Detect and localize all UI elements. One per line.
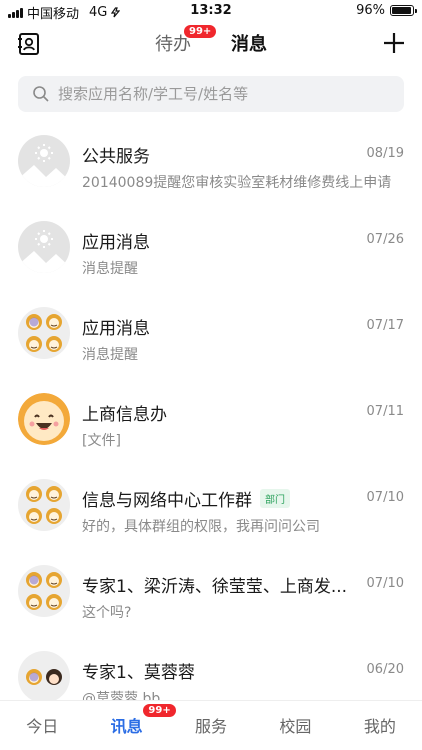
tab-campus-label: 校园 bbox=[279, 717, 312, 736]
tab-services-label: 服务 bbox=[195, 717, 228, 736]
conversation-item[interactable]: 专家1、莫蓉蓉 06/20 @莫蓉蓉 bb bbox=[0, 640, 422, 700]
tab-today[interactable]: 今日 bbox=[0, 701, 84, 750]
battery-percent: 96% bbox=[356, 3, 385, 18]
conversation-time: 07/10 bbox=[366, 490, 404, 505]
smiley-avatar-icon bbox=[18, 393, 70, 445]
tab-me[interactable]: 我的 bbox=[338, 701, 422, 750]
group-avatar-icon bbox=[18, 565, 70, 617]
conversation-time: 07/17 bbox=[366, 318, 404, 333]
placeholder-avatar-icon bbox=[18, 135, 70, 187]
status-bar: 中国移动 4G 13:32 96% bbox=[0, 0, 422, 22]
conversation-time: 08/19 bbox=[366, 146, 404, 161]
conversation-time: 07/26 bbox=[366, 232, 404, 247]
status-right: 96% bbox=[356, 3, 417, 18]
group-avatar-icon bbox=[18, 307, 70, 359]
tab-messages-bottom[interactable]: 讯息 99+ bbox=[84, 701, 177, 750]
conversation-list: 公共服务 08/19 20140089提醒您审核实验室耗材维修费线上申请 应用消… bbox=[0, 124, 422, 700]
group-avatar-icon bbox=[18, 651, 70, 700]
search-icon bbox=[33, 86, 49, 102]
group-avatar-icon bbox=[18, 479, 70, 531]
tab-todo[interactable]: 待办 99+ bbox=[155, 24, 218, 56]
tab-me-label: 我的 bbox=[363, 717, 396, 736]
bottom-tab-bar: 今日 讯息 99+ 服务 校园 我的 bbox=[0, 700, 422, 750]
conversation-preview: 消息提醒 bbox=[82, 261, 138, 277]
conversation-item[interactable]: 公共服务 08/19 20140089提醒您审核实验室耗材维修费线上申请 bbox=[0, 124, 422, 210]
conversation-time: 07/11 bbox=[366, 404, 404, 419]
title-text: 专家1、梁沂涛、徐莹莹、上商发... bbox=[82, 577, 348, 597]
conversation-preview: 这个吗? bbox=[82, 605, 132, 621]
tab-messages[interactable]: 消息 bbox=[231, 30, 267, 56]
conversation-preview: 消息提醒 bbox=[82, 347, 138, 363]
tab-campus[interactable]: 校园 bbox=[253, 701, 337, 750]
title-text: 应用消息 bbox=[82, 233, 150, 253]
conversation-title: 信息与网络中心工作群 部门 bbox=[82, 486, 290, 511]
title-text: 信息与网络中心工作群 bbox=[82, 491, 252, 511]
top-nav: 待办 99+ 消息 bbox=[0, 22, 422, 66]
conversation-title: 专家1、莫蓉蓉 bbox=[82, 658, 195, 683]
plus-icon[interactable] bbox=[382, 31, 406, 55]
department-tag: 部门 bbox=[260, 489, 290, 508]
conversation-title: 应用消息 bbox=[82, 314, 150, 339]
conversation-title: 上商信息办 bbox=[82, 400, 167, 425]
tab-today-label: 今日 bbox=[26, 717, 59, 736]
title-text: 公共服务 bbox=[82, 147, 150, 167]
conversation-preview: @莫蓉蓉 bb bbox=[82, 691, 161, 700]
placeholder-avatar-icon bbox=[18, 221, 70, 273]
conversation-time: 07/10 bbox=[366, 576, 404, 591]
title-text: 上商信息办 bbox=[82, 405, 167, 425]
conversation-item[interactable]: 专家1、梁沂涛、徐莹莹、上商发... 07/10 这个吗? bbox=[0, 554, 422, 640]
conversation-item[interactable]: 信息与网络中心工作群 部门 07/10 好的，具体群组的权限，我再问问公司 bbox=[0, 468, 422, 554]
conversation-item[interactable]: 应用消息 07/17 消息提醒 bbox=[0, 296, 422, 382]
conversation-preview: 好的，具体群组的权限，我再问问公司 bbox=[82, 519, 320, 535]
conversation-title: 公共服务 bbox=[82, 142, 150, 167]
battery-fill bbox=[392, 7, 412, 14]
conversation-item[interactable]: 应用消息 07/26 消息提醒 bbox=[0, 210, 422, 296]
conversation-preview: 20140089提醒您审核实验室耗材维修费线上申请 bbox=[82, 175, 392, 191]
conversation-preview: [文件] bbox=[82, 433, 121, 449]
tab-messages-label: 消息 bbox=[231, 34, 267, 55]
battery-icon bbox=[390, 5, 417, 16]
nav-tabs: 待办 99+ 消息 bbox=[0, 24, 422, 56]
conversation-title: 专家1、梁沂涛、徐莹莹、上商发... bbox=[82, 572, 347, 597]
tab-services[interactable]: 服务 bbox=[169, 701, 253, 750]
title-text: 应用消息 bbox=[82, 319, 150, 339]
conversation-item[interactable]: 上商信息办 07/11 [文件] bbox=[0, 382, 422, 468]
conversation-time: 06/20 bbox=[366, 662, 404, 677]
todo-badge: 99+ bbox=[183, 24, 218, 39]
search-input[interactable] bbox=[58, 85, 378, 103]
tab-messages-bottom-label: 讯息 bbox=[110, 717, 143, 736]
conversation-title: 应用消息 bbox=[82, 228, 150, 253]
title-text: 专家1、莫蓉蓉 bbox=[82, 663, 195, 683]
search-bar[interactable] bbox=[18, 76, 404, 112]
